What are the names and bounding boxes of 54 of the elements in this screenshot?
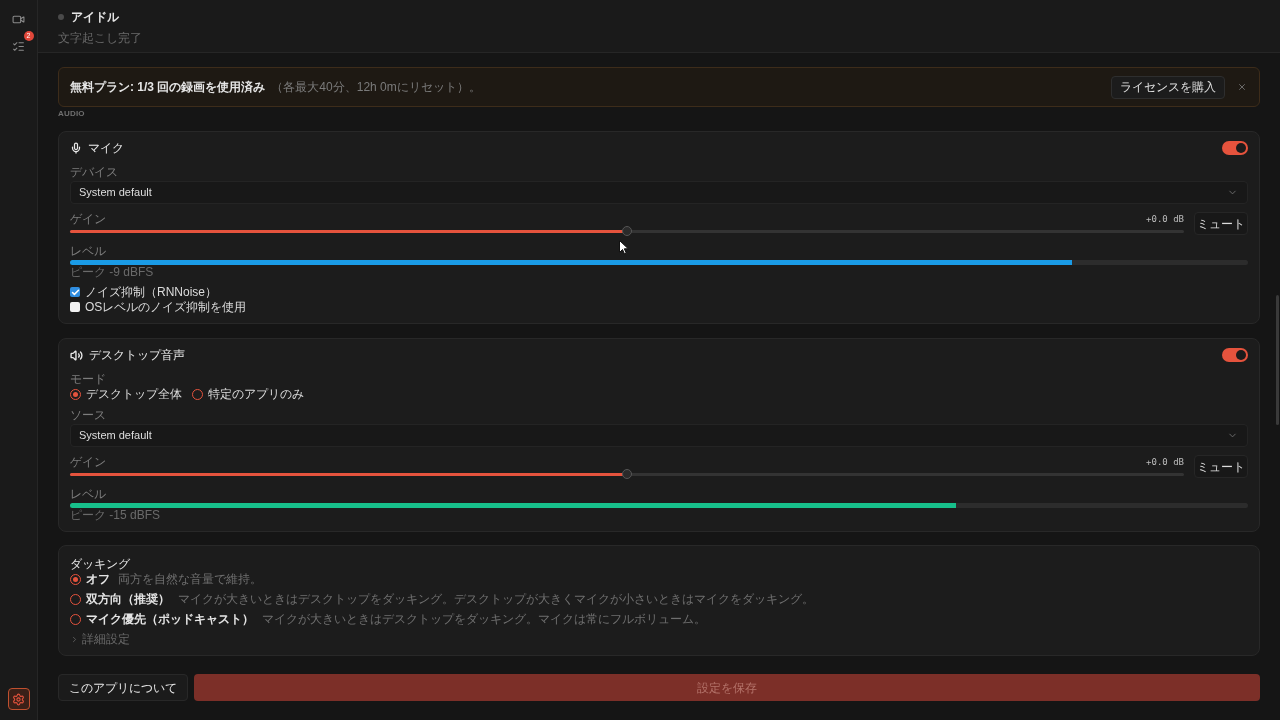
field-label: ゲイン — [70, 212, 106, 226]
checkbox-label: ノイズ抑制（RNNoise） — [85, 285, 217, 299]
status-text: アイドル — [71, 9, 119, 25]
about-button[interactable]: このアプリについて — [58, 674, 188, 701]
microphone-icon — [70, 142, 82, 154]
select-value: System default — [79, 185, 152, 201]
section-label: AUDIO — [58, 108, 85, 120]
radio-label: デスクトップ全体 — [86, 387, 182, 401]
toggle-switch[interactable] — [1222, 141, 1248, 155]
field-label: ゲイン — [70, 455, 106, 469]
settings-icon — [12, 692, 25, 706]
radio-label: 特定のアプリのみ — [208, 387, 304, 401]
option-description: マイクが大きいときはデスクトップをダッキング。マイクは常にフルボリューム。 — [262, 612, 706, 626]
card-title: ダッキング — [70, 557, 130, 571]
option-title: オフ — [86, 572, 110, 586]
checkbox[interactable] — [70, 302, 80, 312]
option-description: 両方を自然な音量で維持。 — [118, 572, 262, 586]
gain-slider-track[interactable] — [70, 472, 1184, 476]
slider-thumb[interactable] — [622, 226, 632, 236]
option-title: マイク優先（ポッドキャスト） — [86, 612, 254, 626]
status-subtitle: 文字起こし完了 — [58, 31, 142, 45]
slider-thumb[interactable] — [622, 469, 632, 479]
field-label: モード — [70, 372, 106, 386]
option-title: 双方向（推奨） — [86, 592, 170, 606]
buy-license-button[interactable]: ライセンスを購入 — [1111, 75, 1225, 99]
option-description: マイクが大きいときはデスクトップをダッキング。デスクトップが大きくマイクが小さいときはマイクをダッキング。 — [178, 592, 814, 606]
banner-note: （各最大40分、12h 0mにリセット）。 — [271, 79, 481, 96]
mute-button[interactable]: ミュート — [1194, 455, 1248, 478]
close-icon[interactable] — [1237, 82, 1247, 92]
gain-reading: +0.0 dB — [1146, 456, 1184, 468]
card-title: デスクトップ音声 — [89, 348, 185, 362]
gain-slider-track[interactable] — [70, 229, 1184, 233]
select-value: System default — [79, 428, 152, 444]
peak-reading: ピーク -9 dBFS — [70, 265, 154, 279]
checklist-icon — [12, 39, 25, 53]
peak-reading: ピーク -15 dBFS — [70, 508, 161, 522]
checkbox[interactable] — [70, 287, 80, 297]
checkbox-label: OSレベルのノイズ抑制を使用 — [85, 300, 247, 314]
mouse-pointer-icon — [619, 240, 629, 255]
scrollbar-thumb[interactable] — [1276, 295, 1279, 425]
sidebar-button[interactable] — [7, 688, 30, 710]
card-title: マイク — [88, 141, 124, 155]
field-label: レベル — [70, 487, 106, 501]
field-label: デバイス — [70, 165, 118, 179]
banner-title: 無料プラン: 1/3 回の録画を使用済み — [70, 79, 266, 96]
field-label: ソース — [70, 408, 106, 422]
select-field[interactable]: System default — [70, 424, 1248, 447]
toggle-switch[interactable] — [1222, 348, 1248, 362]
mute-button[interactable]: ミュート — [1194, 212, 1248, 235]
gain-reading: +0.0 dB — [1146, 213, 1184, 225]
select-field[interactable]: System default — [70, 181, 1248, 204]
speaker-icon — [70, 348, 83, 362]
chevron-right-icon — [70, 634, 79, 644]
field-label: レベル — [70, 244, 106, 258]
